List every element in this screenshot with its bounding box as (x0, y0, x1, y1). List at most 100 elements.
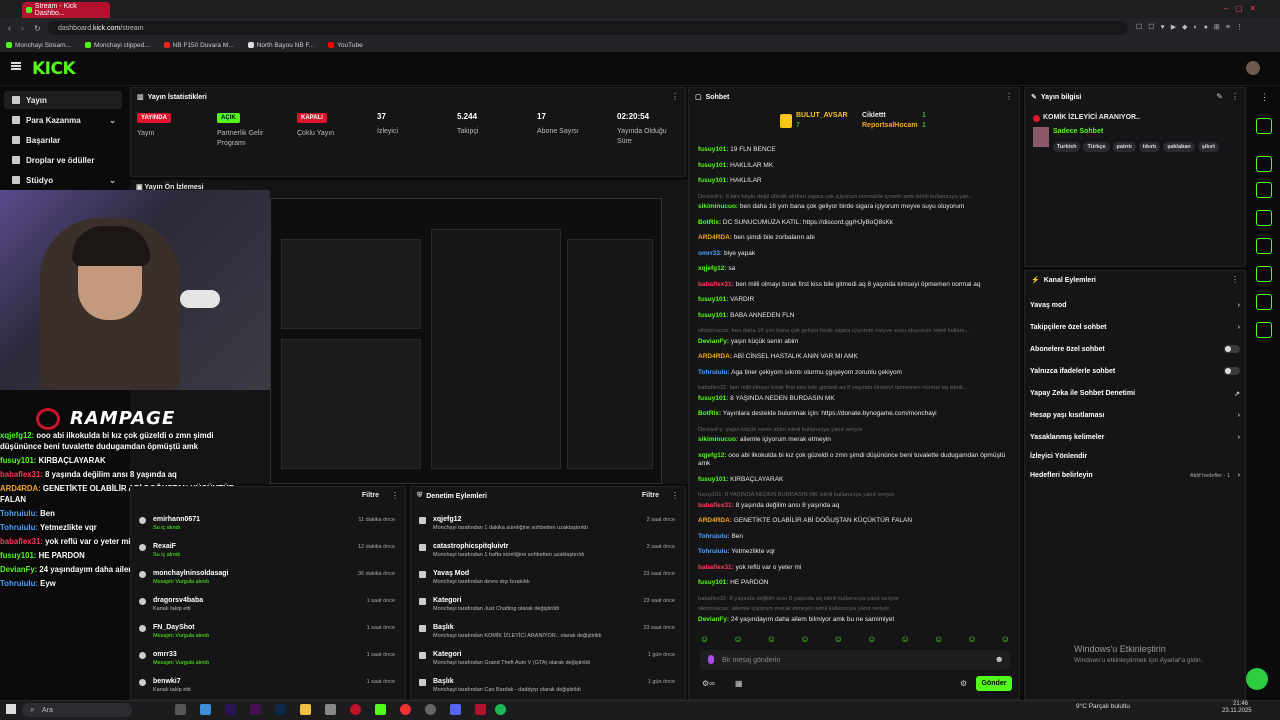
forward-icon[interactable]: › (21, 23, 24, 33)
chat-settings-icon[interactable]: ⚙∞ (702, 679, 715, 688)
list-item: Yavaş Mod Monchayi tarafından devre dışı … (419, 567, 679, 593)
rail-wrench-icon[interactable] (1256, 322, 1272, 338)
sidebar-item-studyo[interactable]: Stüdyo ⌄ (4, 171, 122, 189)
spotify-icon[interactable] (495, 704, 506, 715)
action-hedefler[interactable]: Hedefleri belirleyin Aktif hedefler - 1 › (1030, 472, 1240, 479)
opera-icon[interactable] (350, 704, 361, 715)
kebab-menu-icon[interactable]: ⋮ (1005, 92, 1013, 101)
edit-icon[interactable]: ✎ (1216, 92, 1223, 101)
stats-header: ▥ Yayın İstatistikleri (137, 93, 207, 102)
action-izleyici-yonlendir[interactable]: İzleyici Yönlendir (1030, 453, 1240, 460)
taskbar-search[interactable]: ⌕ Ara (22, 703, 132, 717)
rail-swap-icon[interactable] (1256, 266, 1272, 282)
sidebar-item-para-kazanma[interactable]: Para Kazanma ⌄ (4, 111, 122, 129)
emote-icon[interactable]: ☺ (867, 634, 876, 646)
windows-start-icon[interactable] (6, 704, 16, 714)
emote-icon[interactable]: ☺ (1001, 634, 1010, 646)
back-icon[interactable]: ‹ (8, 23, 11, 33)
filter-button[interactable]: Filtre (362, 492, 379, 499)
chat-message: xqjefg12: sa (698, 265, 736, 272)
bookmark-item[interactable]: North Bayou NB F... (247, 42, 314, 49)
microphone (180, 290, 220, 308)
discord-icon[interactable] (450, 704, 461, 715)
sidebar-item-yayin[interactable]: Yayın (4, 91, 122, 109)
chevron-right-icon: › (1237, 324, 1240, 331)
rail-kebab-icon[interactable]: ⋮ (1260, 92, 1269, 103)
kebab-menu-icon[interactable]: ⋮ (391, 491, 399, 500)
weather-widget[interactable]: 9°C Parçalı bulutlu (1076, 703, 1130, 710)
stat-coklu-yayin: KAPALI Çoklu Yayın (297, 113, 335, 137)
action-abone-sohbet[interactable]: Abonelere özel sohbet (1030, 345, 1240, 353)
kebab-menu-icon[interactable]: ⋮ (671, 92, 679, 101)
emote-icon[interactable]: ☺ (934, 634, 943, 646)
chat-message: ARD4RDA: ben şimdi bile zorbaların abi (698, 234, 815, 241)
bookmark-item[interactable]: YouTube (328, 42, 363, 49)
tag: tıkırtı (1138, 142, 1161, 152)
hamburger-menu-icon[interactable] (11, 62, 21, 70)
action-ifade-sohbet[interactable]: Yalnızca ifadelerle sohbet (1030, 367, 1240, 375)
file-explorer-icon[interactable] (300, 704, 311, 715)
after-effects-icon[interactable] (250, 704, 261, 715)
category-link[interactable]: Sadece Sohbet (1053, 128, 1103, 135)
photoshop-icon[interactable] (275, 704, 286, 715)
user-avatar[interactable] (1246, 61, 1260, 75)
task-view-icon[interactable] (175, 704, 186, 715)
sidebar-item-droplar[interactable]: Droplar ve ödüller (4, 151, 122, 169)
window-controls[interactable]: ‒ ▢ ✕ (1224, 4, 1256, 13)
sidebar-item-basarilar[interactable]: Başarılar (4, 131, 122, 149)
kebab-menu-icon[interactable]: ⋮ (1231, 275, 1239, 284)
browser-extension-icons[interactable]: ☐☐♥▶◆◐●⊞≡⋮ (1136, 23, 1249, 31)
action-yapay-zeka[interactable]: Yapay Zeka ile Sohbet Denetimi ↗ (1030, 390, 1240, 398)
url-field[interactable]: dashboard. kick.com/stream (48, 21, 1128, 35)
chat-message: ARD4RDA: GENETİKTE OLABİLİR ABİ DOĞUŞTAN… (698, 517, 913, 524)
edge-icon[interactable] (200, 704, 211, 715)
action-hesap-yasi[interactable]: Hesap yaşı kısıtlaması › (1030, 412, 1240, 419)
action-yavas-mod[interactable]: Yavaş mod › (1030, 302, 1240, 309)
emoji-icon[interactable]: ☻ (995, 654, 1004, 664)
action-takipci-sohbet[interactable]: Takipçilere özel sohbet › (1030, 324, 1240, 331)
rail-chat-icon[interactable] (1256, 238, 1272, 254)
toggle-switch[interactable] (1224, 345, 1240, 353)
toggle-switch[interactable] (1224, 367, 1240, 375)
pencil-icon: ✎ (1031, 94, 1037, 101)
emote-icon[interactable]: ☺ (967, 634, 976, 646)
rail-list-icon[interactable] (1256, 294, 1272, 310)
bookmark-item[interactable]: NB F150 Duvara M... (163, 42, 234, 49)
action-yasakli-kelime[interactable]: Yasaklanmış kelimeler › (1030, 434, 1240, 441)
gear-icon[interactable]: ⚙ (960, 679, 967, 688)
emote-icon[interactable]: ☺ (901, 634, 910, 646)
emote-icon[interactable]: ☺ (834, 634, 843, 646)
kick-app-icon[interactable] (375, 704, 386, 715)
opera-gx-icon[interactable] (475, 704, 486, 715)
obs-icon[interactable] (425, 704, 436, 715)
emote-icon[interactable]: ☺ (733, 634, 742, 646)
category-icon (419, 598, 426, 605)
taskbar-clock[interactable]: 21:46 23.11.2025 (1222, 701, 1252, 715)
stat-sure: 02:20:54 Yayında Olduğu Süre (617, 112, 667, 145)
kick-logo[interactable]: KICK (32, 59, 76, 79)
send-button[interactable]: Gönder (976, 676, 1012, 691)
rail-bolt-icon[interactable] (1256, 182, 1272, 198)
stream-preview-video[interactable] (270, 198, 662, 484)
chat-input[interactable]: Bir mesaj gönderin ☻ (700, 650, 1010, 670)
browser-tab[interactable]: Stream - Kick Dashbo... (22, 2, 110, 18)
bookmark-item[interactable]: Monchayi Stream... (6, 42, 71, 49)
rail-pencil-icon[interactable] (1256, 118, 1272, 134)
emote-icon[interactable]: ☺ (767, 634, 776, 646)
calendar-icon[interactable]: ▦ (735, 679, 743, 688)
emote-icon[interactable]: ☺ (800, 634, 809, 646)
support-fab-icon[interactable] (1246, 668, 1268, 690)
rail-doc-icon[interactable] (1256, 210, 1272, 226)
timeout-icon (419, 544, 426, 551)
notepad-icon[interactable] (325, 704, 336, 715)
list-item: benwki7 Kanalı takip etti 1 saat önce (139, 675, 399, 701)
premiere-icon[interactable] (225, 704, 236, 715)
bookmark-item[interactable]: Monchayi clipped... (85, 42, 150, 49)
kebab-menu-icon[interactable]: ⋮ (671, 491, 679, 500)
filter-button[interactable]: Filtre (642, 492, 659, 499)
kebab-menu-icon[interactable]: ⋮ (1231, 92, 1239, 101)
emote-icon[interactable]: ☺ (700, 634, 709, 646)
chrome-icon[interactable] (400, 704, 411, 715)
rail-tool-icon[interactable] (1256, 156, 1272, 172)
reload-icon[interactable]: ↻ (34, 24, 41, 33)
